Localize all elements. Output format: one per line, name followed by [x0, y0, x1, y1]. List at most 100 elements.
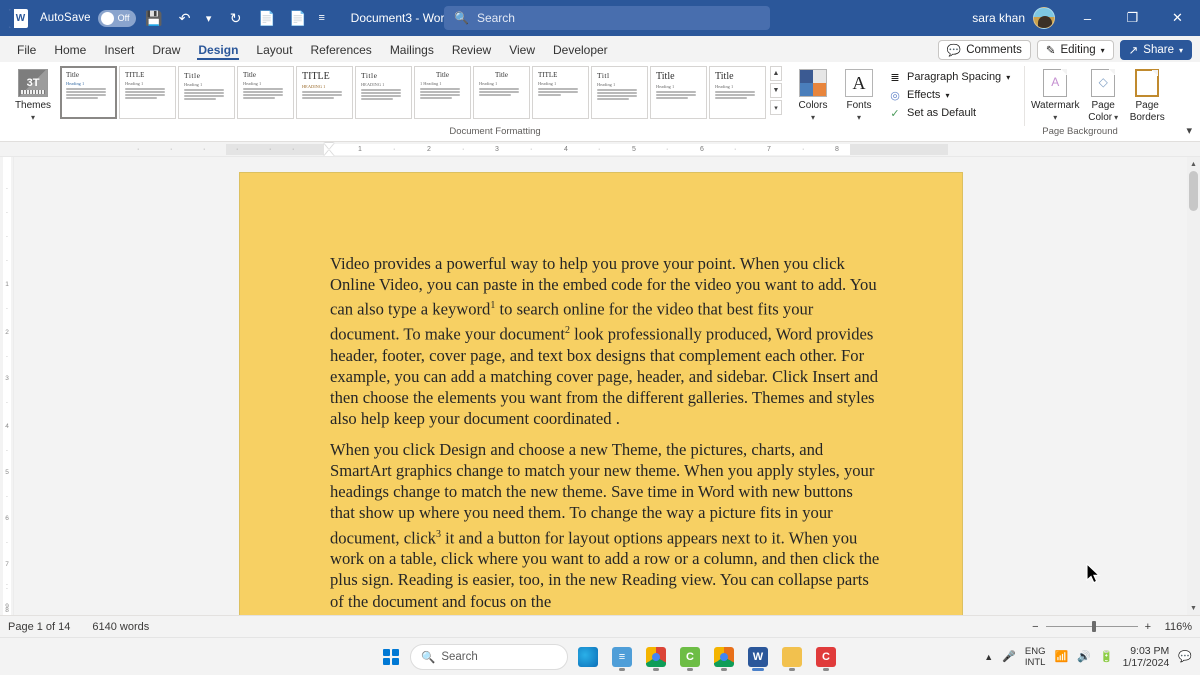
tab-insert[interactable]: Insert [95, 40, 143, 62]
tab-developer[interactable]: Developer [544, 40, 617, 62]
notification-bell-icon[interactable]: 💬 [1178, 650, 1192, 663]
document-canvas[interactable]: Video provides a powerful way to help yo… [14, 157, 1200, 615]
speaker-icon[interactable]: 🔊 [1077, 650, 1091, 663]
language-indicator[interactable]: ENG INTL [1025, 646, 1046, 668]
redo-icon[interactable]: ↻ [223, 5, 249, 31]
horizontal-ruler[interactable]: · · · · · · 1 · 2 · 3 · 4 · 5 · 6 · 7 · … [0, 142, 1200, 157]
minimize-button[interactable]: – [1065, 0, 1110, 36]
paragraph-2[interactable]: When you click Design and choose a new T… [330, 439, 880, 612]
vertical-ruler[interactable]: · · · · 1 · 2 · 3 · 4 · 5 · 6 · 7 · 8 · … [0, 157, 14, 615]
effects-button[interactable]: ◎ Effects ▾ [888, 88, 1010, 102]
camtasia-icon[interactable]: C [676, 643, 704, 671]
tab-references[interactable]: References [301, 40, 380, 62]
zoom-out-button[interactable]: − [1032, 621, 1038, 633]
document-text[interactable]: Video provides a powerful way to help yo… [330, 253, 880, 615]
chevron-down-icon[interactable]: ▾ [1053, 113, 1057, 122]
paragraph-1[interactable]: Video provides a powerful way to help yo… [330, 253, 880, 430]
zoom-slider[interactable] [1045, 621, 1138, 633]
style-card[interactable]: Title 1 Heading 1 [414, 66, 471, 119]
style-card[interactable]: TITLE Heading 1 [119, 66, 176, 119]
scroll-down-icon[interactable]: ▼ [1187, 601, 1200, 615]
open-recent-icon[interactable]: 📄 [254, 5, 280, 31]
windows-start-icon[interactable] [378, 644, 404, 670]
tab-file[interactable]: File [8, 40, 45, 62]
notepad-icon[interactable]: ≡ [608, 643, 636, 671]
style-card[interactable]: Title Heading 1 [473, 66, 530, 119]
scroll-up-icon[interactable]: ▲ [1187, 157, 1200, 171]
style-card[interactable]: Titl Heading 1 [591, 66, 648, 119]
theme-colors-button[interactable]: Colors ▾ [790, 65, 836, 122]
style-card[interactable]: Title Heading 1 [60, 66, 117, 119]
search-box[interactable]: 🔍 Search [444, 6, 770, 30]
battery-icon[interactable]: 🔋 [1100, 650, 1114, 663]
share-button[interactable]: ↗ Share ▾ [1119, 40, 1192, 60]
save-icon[interactable]: 💾 [141, 5, 167, 31]
customize-quick-access-icon[interactable]: ≡ [313, 5, 331, 31]
autosave-toggle[interactable]: Off [97, 9, 136, 27]
themes-button[interactable]: 3T Themes ▾ [10, 65, 56, 122]
style-card[interactable]: Title Heading 1 [650, 66, 707, 119]
undo-dropdown-icon[interactable]: ▾ [200, 5, 218, 31]
chevron-down-icon[interactable]: ▾ [31, 113, 35, 122]
colors-icon [799, 69, 827, 97]
user-name[interactable]: sara khan [972, 11, 1025, 25]
page-borders-button[interactable]: Page Borders [1125, 65, 1169, 123]
close-button[interactable]: ✕ [1155, 0, 1200, 36]
restore-button[interactable]: ❐ [1110, 0, 1155, 36]
chrome-icon[interactable] [642, 643, 670, 671]
chevron-up-icon[interactable]: ▲ [984, 652, 993, 662]
document-page[interactable]: Video provides a powerful way to help yo… [240, 173, 962, 615]
avatar[interactable] [1033, 7, 1055, 29]
zoom-in-button[interactable]: + [1145, 621, 1151, 633]
theme-fonts-button[interactable]: A Fonts ▾ [836, 65, 882, 122]
file-explorer-icon[interactable] [778, 643, 806, 671]
zoom-level[interactable]: 116% [1158, 621, 1192, 633]
taskbar-search-input[interactable]: 🔍 Search [410, 643, 568, 670]
style-card[interactable]: Title Heading 1 [178, 66, 235, 119]
tab-draw[interactable]: Draw [143, 40, 189, 62]
print-preview-icon[interactable]: 📄 [285, 5, 311, 31]
page-color-button[interactable]: ◇ Page Color ▾ [1081, 65, 1125, 123]
chevron-down-icon[interactable]: ▾ [857, 113, 861, 122]
style-card[interactable]: TITLE Heading 1 [532, 66, 589, 119]
scrollbar-thumb[interactable] [1189, 171, 1198, 211]
edge-copilot-icon[interactable] [574, 643, 602, 671]
collapse-ribbon-icon[interactable]: ▾ [1186, 124, 1192, 137]
vertical-scrollbar[interactable]: ▲ ▼ [1187, 157, 1200, 615]
style-card[interactable]: Title HEADING 1 [355, 66, 412, 119]
style-card[interactable]: TITLE HEADING 1 [296, 66, 353, 119]
watermark-button[interactable]: A Watermark ▾ [1029, 65, 1081, 122]
word-taskbar-icon[interactable]: W [744, 643, 772, 671]
left-indent-marker[interactable] [324, 150, 334, 156]
set-as-default-button[interactable]: ✓ Set as Default [888, 106, 1010, 120]
wifi-icon[interactable]: 📶 [1054, 650, 1068, 663]
paragraph-spacing-button[interactable]: ≣ Paragraph Spacing ▾ [888, 70, 1010, 84]
gallery-scroll-up-icon[interactable]: ▲ [770, 66, 782, 81]
chrome-beta-icon[interactable] [710, 643, 738, 671]
gallery-scroll-down-icon[interactable]: ▼ [770, 83, 782, 98]
camtasia-recorder-icon[interactable]: C [812, 643, 840, 671]
tab-layout[interactable]: Layout [247, 40, 301, 62]
effects-icon: ◎ [890, 89, 900, 102]
page-indicator[interactable]: Page 1 of 14 [8, 621, 70, 633]
style-card[interactable]: Title Heading 1 [709, 66, 766, 119]
first-line-indent-marker[interactable] [324, 143, 334, 149]
tab-review[interactable]: Review [443, 40, 500, 62]
clock[interactable]: 9:03 PM 1/17/2024 [1123, 645, 1170, 669]
tab-mailings[interactable]: Mailings [381, 40, 443, 62]
gallery-more-icon[interactable]: ▾ [770, 100, 782, 115]
tab-home[interactable]: Home [45, 40, 95, 62]
editing-mode-button[interactable]: ✎ Editing ▾ [1036, 40, 1114, 60]
word-count[interactable]: 6140 words [92, 621, 149, 633]
tab-design[interactable]: Design [189, 40, 247, 62]
zoom-slider-handle[interactable] [1091, 621, 1096, 632]
comments-button[interactable]: 💬 Comments [937, 40, 1031, 60]
chevron-down-icon[interactable]: ▾ [1114, 113, 1118, 122]
chevron-down-icon[interactable]: ▾ [811, 113, 815, 122]
style-card[interactable]: Title Heading 1 [237, 66, 294, 119]
microphone-icon[interactable]: 🎤 [1002, 650, 1016, 663]
undo-icon[interactable]: ↶ [172, 5, 198, 31]
tab-view[interactable]: View [500, 40, 544, 62]
status-bar: Page 1 of 14 6140 words − + 116% [0, 615, 1200, 637]
ribbon-tab-bar-right: 💬 Comments ✎ Editing ▾ ↗ Share ▾ [937, 40, 1200, 62]
